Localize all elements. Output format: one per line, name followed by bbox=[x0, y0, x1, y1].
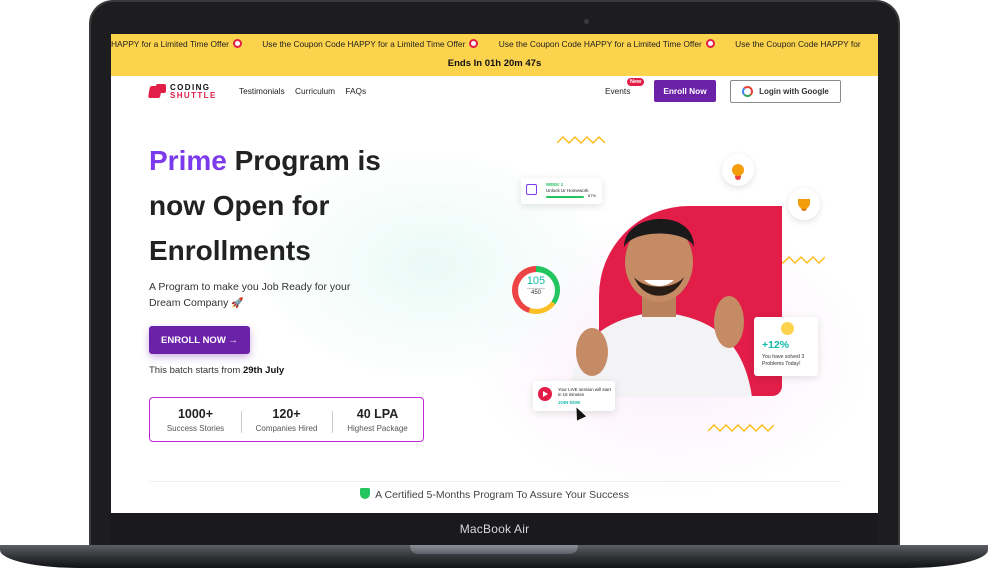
zigzag-decoration bbox=[708, 424, 774, 432]
trophy-badge bbox=[788, 188, 820, 220]
headline-highlight: Prime bbox=[149, 145, 227, 176]
zigzag-decoration bbox=[557, 136, 606, 144]
logo-mark-icon bbox=[149, 84, 167, 100]
target-icon bbox=[232, 39, 242, 48]
google-icon bbox=[742, 86, 754, 97]
batch-start-text: This batch starts from 29th July bbox=[149, 365, 285, 376]
promo-banner: HAPPY for a Limited Time Offer Use the C… bbox=[111, 34, 878, 76]
nav-link-events[interactable]: Events bbox=[605, 86, 630, 96]
laptop-chin: MacBook Air bbox=[111, 513, 878, 545]
headline-part1: Program is bbox=[226, 145, 381, 176]
nav-link-testimonials[interactable]: Testimonials bbox=[239, 86, 285, 96]
ticker-item: Use the Coupon Code HAPPY for a Limited … bbox=[499, 39, 715, 49]
shield-check-icon bbox=[360, 488, 371, 499]
section-divider bbox=[149, 481, 841, 482]
laptop-notch bbox=[410, 545, 578, 554]
stat-success-stories: 1000+ Success Stories bbox=[166, 406, 225, 433]
new-badge: New bbox=[627, 78, 645, 86]
coding-shuttle-logo[interactable]: CODING SHUTTLE bbox=[149, 83, 217, 101]
homework-progress-card: WEEK 1 Unlock Ur Homework 87% bbox=[521, 178, 602, 204]
headline-part2: now Open for bbox=[149, 190, 330, 221]
google-login-button[interactable]: Login with Google bbox=[730, 80, 841, 103]
stat-companies-hired: 120+ Companies Hired bbox=[241, 407, 332, 433]
nav-links: Testimonials Curriculum FAQs bbox=[239, 86, 374, 96]
certified-program-text: A Certified 5-Months Program To Assure Y… bbox=[111, 488, 878, 501]
device-label: MacBook Air bbox=[459, 522, 530, 536]
calendar-icon bbox=[526, 184, 537, 195]
camera-dot bbox=[584, 19, 589, 24]
ticker-item: Use the Coupon Code HAPPY for a Limited … bbox=[262, 39, 479, 49]
target-icon bbox=[705, 39, 715, 48]
stats-box: 1000+ Success Stories 120+ Companies Hir… bbox=[149, 397, 424, 442]
ticker-item: Use the Coupon Code HAPPY for bbox=[735, 39, 861, 49]
browser-screen: HAPPY for a Limited Time Offer Use the C… bbox=[111, 34, 878, 513]
batch-date: 29th July bbox=[242, 365, 285, 376]
coupon-ticker: HAPPY for a Limited Time Offer Use the C… bbox=[111, 39, 878, 55]
smiley-icon bbox=[781, 322, 794, 335]
ticker-item: HAPPY for a Limited Time Offer bbox=[111, 39, 242, 49]
rocket-icon: 🚀 bbox=[231, 297, 244, 309]
target-icon bbox=[469, 39, 479, 48]
stat-highest-package: 40 LPA Highest Package bbox=[332, 407, 423, 433]
top-navbar: CODING SHUTTLE Testimonials Curriculum F… bbox=[111, 76, 878, 106]
youtube-play-icon bbox=[538, 387, 552, 401]
hero-subtext: A Program to make you Job Ready for your… bbox=[149, 280, 369, 311]
nav-link-faqs[interactable]: FAQs bbox=[345, 86, 366, 96]
nav-link-curriculum[interactable]: Curriculum bbox=[295, 86, 335, 96]
countdown-timer: Ends In 01h 20m 47s bbox=[447, 58, 542, 69]
logo-text-line2: SHUTTLE bbox=[170, 91, 217, 100]
medal-icon bbox=[732, 164, 744, 176]
homework-progress-bar bbox=[546, 196, 584, 198]
google-login-label: Login with Google bbox=[759, 87, 829, 96]
trophy-icon bbox=[798, 199, 810, 209]
headline-part3: Enrollments bbox=[149, 235, 311, 266]
instructor-photo bbox=[569, 218, 752, 397]
live-session-card: Your LIVE session will start in 15 minut… bbox=[533, 381, 615, 411]
enroll-now-hero-button[interactable]: ENROLL NOW → bbox=[149, 326, 250, 354]
hero-headline: Prime Program is now Open for Enrollment… bbox=[149, 138, 449, 273]
score-ring: 105 450 bbox=[512, 266, 560, 314]
medal-badge bbox=[722, 154, 754, 186]
problems-solved-card: +12% You have solved 3 Problems Today! bbox=[754, 317, 818, 376]
enroll-now-nav-button[interactable]: Enroll Now bbox=[654, 80, 716, 102]
